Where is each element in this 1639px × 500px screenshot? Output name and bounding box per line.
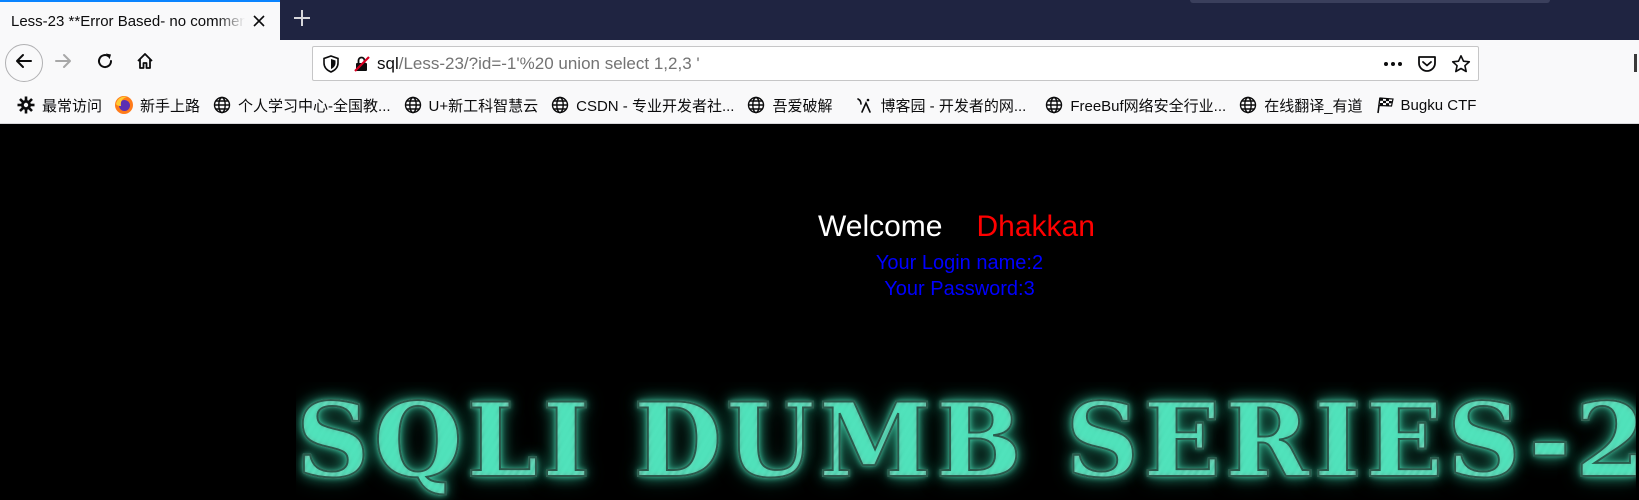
user-name: Dhakkan [976, 210, 1095, 243]
plus-icon [292, 8, 312, 33]
welcome-line: Welcome Dhakkan [0, 210, 1639, 244]
tracking-shield-icon[interactable] [313, 47, 349, 80]
bookmark-freebuf[interactable]: FreeBuf网络安全行业... [1040, 91, 1230, 119]
gear-icon [16, 95, 36, 115]
bookmark-label: 最常访问 [42, 97, 103, 115]
bookmark-label: 在线翻译_有道 [1264, 97, 1363, 115]
bookmark-csdn[interactable]: CSDN - 专业开发者社... [546, 91, 738, 119]
bookmark-bugku[interactable]: Bugku CTF [1371, 91, 1481, 119]
login-name-text: Your Login name:2 [875, 252, 1044, 274]
forward-button[interactable] [44, 44, 82, 82]
globe-icon [1238, 95, 1258, 115]
bookmark-label: 吾爱破解 [772, 97, 833, 115]
bookmark-label: 博客园 - 开发者的网... [880, 97, 1027, 115]
reload-icon [95, 51, 115, 76]
flag-icon [1375, 95, 1395, 115]
close-icon[interactable] [250, 12, 268, 30]
password-text: Your Password:3 [884, 278, 1035, 300]
bookmark-youdao[interactable]: 在线翻译_有道 [1234, 91, 1366, 119]
url-bar[interactable]: sql/Less-23/?id=-1'%20 union select 1,2,… [312, 46, 1479, 81]
tab-strip-shade [1190, 0, 1550, 3]
back-button[interactable] [5, 44, 43, 82]
globe-icon [746, 95, 766, 115]
reload-button[interactable] [86, 44, 124, 82]
tab-strip: Less-23 **Error Based- no comments** [0, 0, 1639, 40]
forward-arrow-icon [53, 51, 73, 76]
home-icon [135, 51, 155, 76]
tab-title: Less-23 **Error Based- no comments** [11, 12, 245, 30]
navigation-toolbar: sql/Less-23/?id=-1'%20 union select 1,2,… [0, 40, 1639, 87]
insecure-lock-icon[interactable] [349, 47, 375, 80]
url-path: /Less-23/?id=-1'%20 union select 1,2,3 ' [398, 53, 700, 73]
bookmark-u-engineering[interactable]: U+新工科智慧云 [399, 91, 543, 119]
firefox-icon [114, 95, 134, 115]
globe-icon [212, 95, 232, 115]
toolbar-overflow-edge [1634, 54, 1637, 72]
new-tab-button[interactable] [288, 6, 316, 34]
bookmark-label: FreeBuf网络安全行业... [1070, 97, 1227, 115]
globe-icon [1044, 95, 1064, 115]
welcome-text: Welcome [818, 210, 943, 243]
home-button[interactable] [126, 44, 164, 82]
bookmark-label: Bugku CTF [1400, 96, 1477, 114]
bookmark-label: 个人学习中心-全国教... [238, 97, 391, 115]
bookmark-getting-started[interactable]: 新手上路 [110, 91, 204, 119]
cnblogs-icon [854, 95, 874, 115]
bookmarks-toolbar: 最常访问 新手上路 个人学习中心-全国教... U+新工科智慧云 CSDN - … [0, 87, 1639, 124]
bookmark-52pojie[interactable]: 吾爱破解 [742, 91, 836, 119]
back-arrow-icon [14, 51, 34, 76]
url-text[interactable]: sql/Less-23/?id=-1'%20 union select 1,2,… [375, 54, 1376, 74]
page-content: Welcome Dhakkan Your Login name:2 Your Pa… [0, 124, 1639, 500]
bookmark-label: 新手上路 [140, 97, 201, 115]
tab-active[interactable]: Less-23 **Error Based- no comments** [0, 0, 280, 40]
pocket-icon[interactable] [1410, 47, 1444, 80]
page-actions-icon[interactable] [1376, 47, 1410, 80]
bookmark-star-icon[interactable] [1444, 47, 1478, 80]
bookmark-most-visited[interactable]: 最常访问 [12, 91, 106, 119]
series-banner: SQLI DUMB SERIES-23 [296, 382, 1636, 500]
globe-icon [550, 95, 570, 115]
url-actions [1376, 47, 1478, 80]
bookmark-learning-center[interactable]: 个人学习中心-全国教... [208, 91, 395, 119]
globe-icon [403, 95, 423, 115]
bookmark-label: U+新工科智慧云 [428, 97, 539, 115]
bookmark-label: CSDN - 专业开发者社... [576, 97, 735, 115]
url-host: sql [377, 53, 399, 73]
bookmark-cnblogs[interactable]: 博客园 - 开发者的网... [850, 91, 1030, 119]
